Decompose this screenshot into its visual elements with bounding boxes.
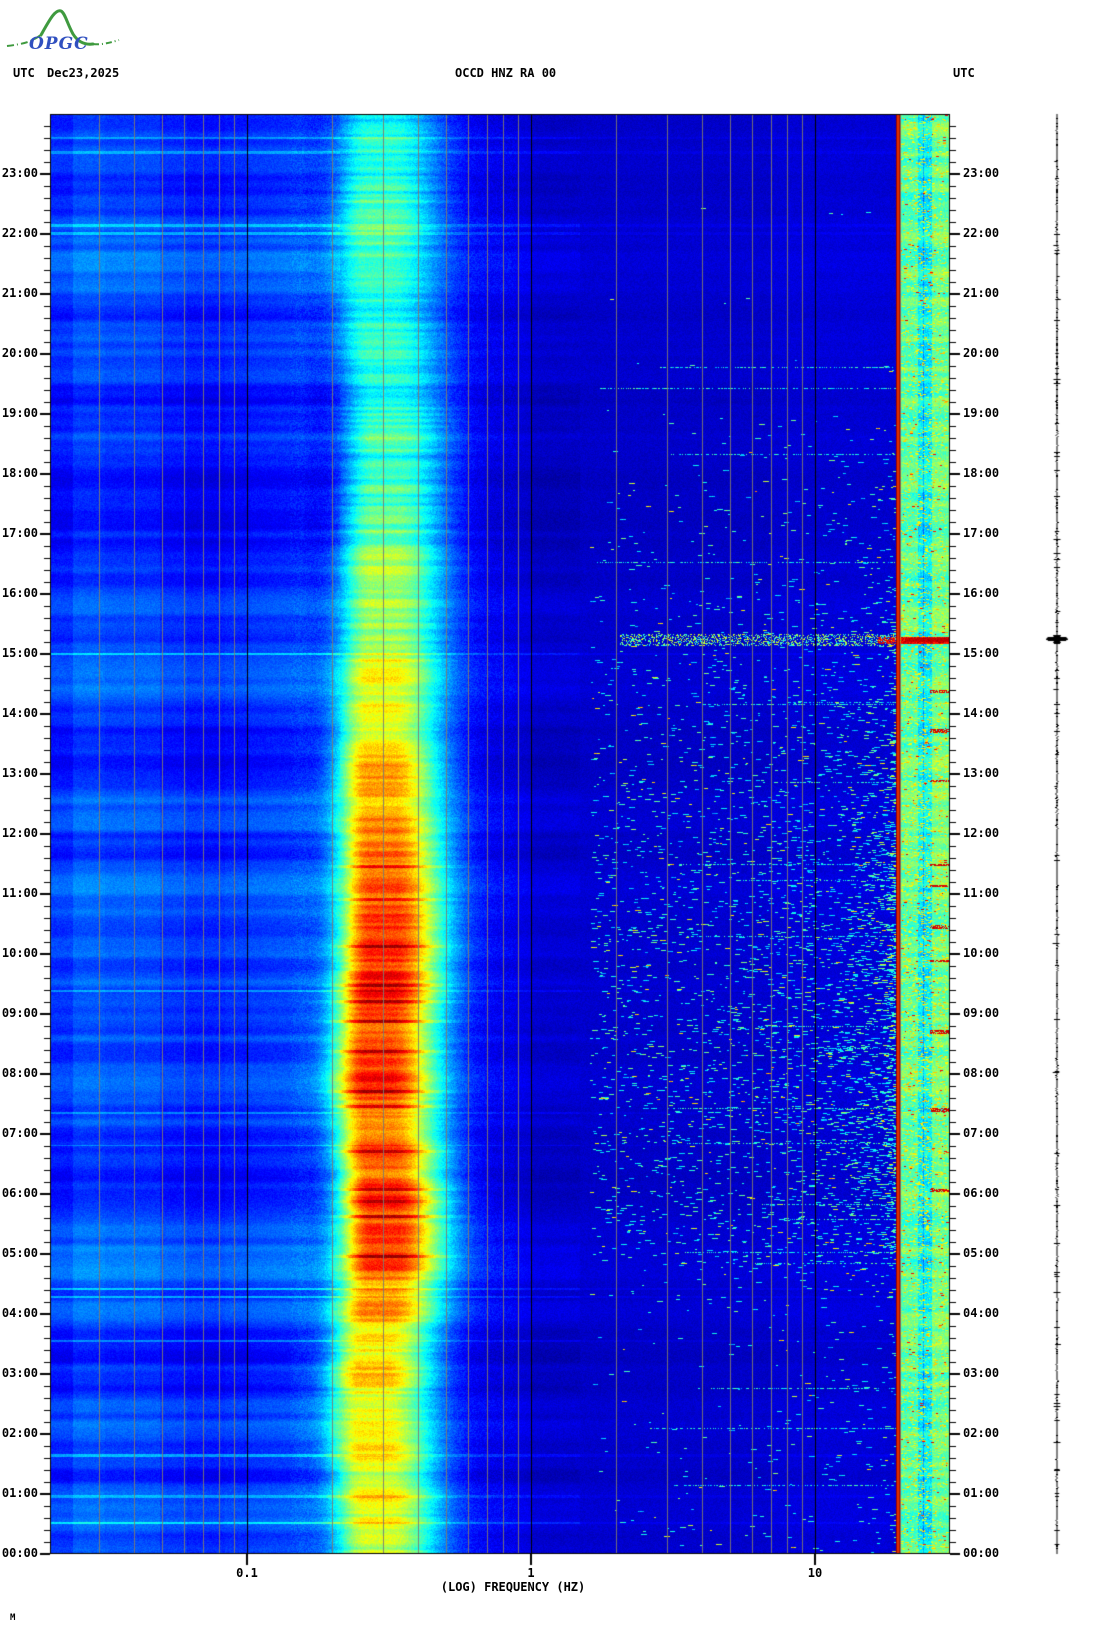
time-label-left: 12:00 — [1, 826, 38, 840]
time-label-right: 03:00 — [963, 1366, 1000, 1380]
time-label-left: 04:00 — [1, 1306, 38, 1320]
spectrogram-page: OPGC UTC Dec23,2025 OCCD HNZ RA 00 UTC 2… — [0, 0, 1102, 1634]
time-label-right: 10:00 — [963, 946, 1000, 960]
time-label-left: 16:00 — [1, 586, 38, 600]
time-label-right: 04:00 — [963, 1306, 1000, 1320]
time-label-left: 05:00 — [1, 1246, 38, 1260]
time-label-right: 07:00 — [963, 1126, 1000, 1140]
time-label-right: 06:00 — [963, 1186, 1000, 1200]
time-label-left: 06:00 — [1, 1186, 38, 1200]
time-label-right: 00:00 — [963, 1546, 1000, 1560]
freq-axis-title: (LOG) FREQUENCY (HZ) — [440, 1580, 586, 1594]
freq-tick-label: 10 — [807, 1566, 823, 1580]
time-label-left: 20:00 — [1, 346, 38, 360]
time-label-right: 21:00 — [963, 286, 1000, 300]
time-label-right: 15:00 — [963, 646, 1000, 660]
time-label-left: 19:00 — [1, 406, 38, 420]
logo-mountain-right — [92, 39, 120, 46]
header-utc-right: UTC — [953, 66, 975, 80]
freq-tick-label: 0.1 — [236, 1566, 258, 1580]
header-station-title: OCCD HNZ RA 00 — [455, 66, 557, 80]
time-label-right: 20:00 — [963, 346, 1000, 360]
time-label-left: 21:00 — [1, 286, 38, 300]
time-label-left: 18:00 — [1, 466, 38, 480]
time-label-left: 14:00 — [1, 706, 38, 720]
header-date: Dec23,2025 — [47, 66, 120, 80]
time-label-right: 17:00 — [963, 526, 1000, 540]
spectrogram-canvas — [0, 0, 1102, 1634]
time-label-left: 08:00 — [1, 1066, 38, 1080]
time-label-left: 09:00 — [1, 1006, 38, 1020]
time-label-left: 10:00 — [1, 946, 38, 960]
time-label-left: 22:00 — [1, 226, 38, 240]
time-label-right: 19:00 — [963, 406, 1000, 420]
time-label-left: 11:00 — [1, 886, 38, 900]
opgc-logo: OPGC — [6, 9, 120, 54]
time-label-right: 23:00 — [963, 166, 1000, 180]
time-label-left: 03:00 — [1, 1366, 38, 1380]
time-label-right: 14:00 — [963, 706, 1000, 720]
time-label-right: 02:00 — [963, 1426, 1000, 1440]
time-label-right: 16:00 — [963, 586, 1000, 600]
time-label-right: 11:00 — [963, 886, 1000, 900]
time-label-right: 01:00 — [963, 1486, 1000, 1500]
time-label-left: 23:00 — [1, 166, 38, 180]
time-label-right: 05:00 — [963, 1246, 1000, 1260]
time-label-left: 02:00 — [1, 1426, 38, 1440]
time-label-right: 13:00 — [963, 766, 1000, 780]
time-label-left: 15:00 — [1, 646, 38, 660]
time-label-left: 17:00 — [1, 526, 38, 540]
time-label-right: 22:00 — [963, 226, 1000, 240]
corner-mark: M — [10, 1613, 16, 1623]
time-label-right: 08:00 — [963, 1066, 1000, 1080]
freq-tick-label: 1 — [527, 1566, 535, 1580]
header-utc-left: UTC — [13, 66, 35, 80]
time-label-right: 09:00 — [963, 1006, 1000, 1020]
time-label-right: 12:00 — [963, 826, 1000, 840]
time-label-left: 13:00 — [1, 766, 38, 780]
time-label-right: 18:00 — [963, 466, 1000, 480]
logo-text: OPGC — [29, 34, 89, 54]
time-label-left: 07:00 — [1, 1126, 38, 1140]
time-label-left: 00:00 — [1, 1546, 38, 1560]
time-label-left: 01:00 — [1, 1486, 38, 1500]
